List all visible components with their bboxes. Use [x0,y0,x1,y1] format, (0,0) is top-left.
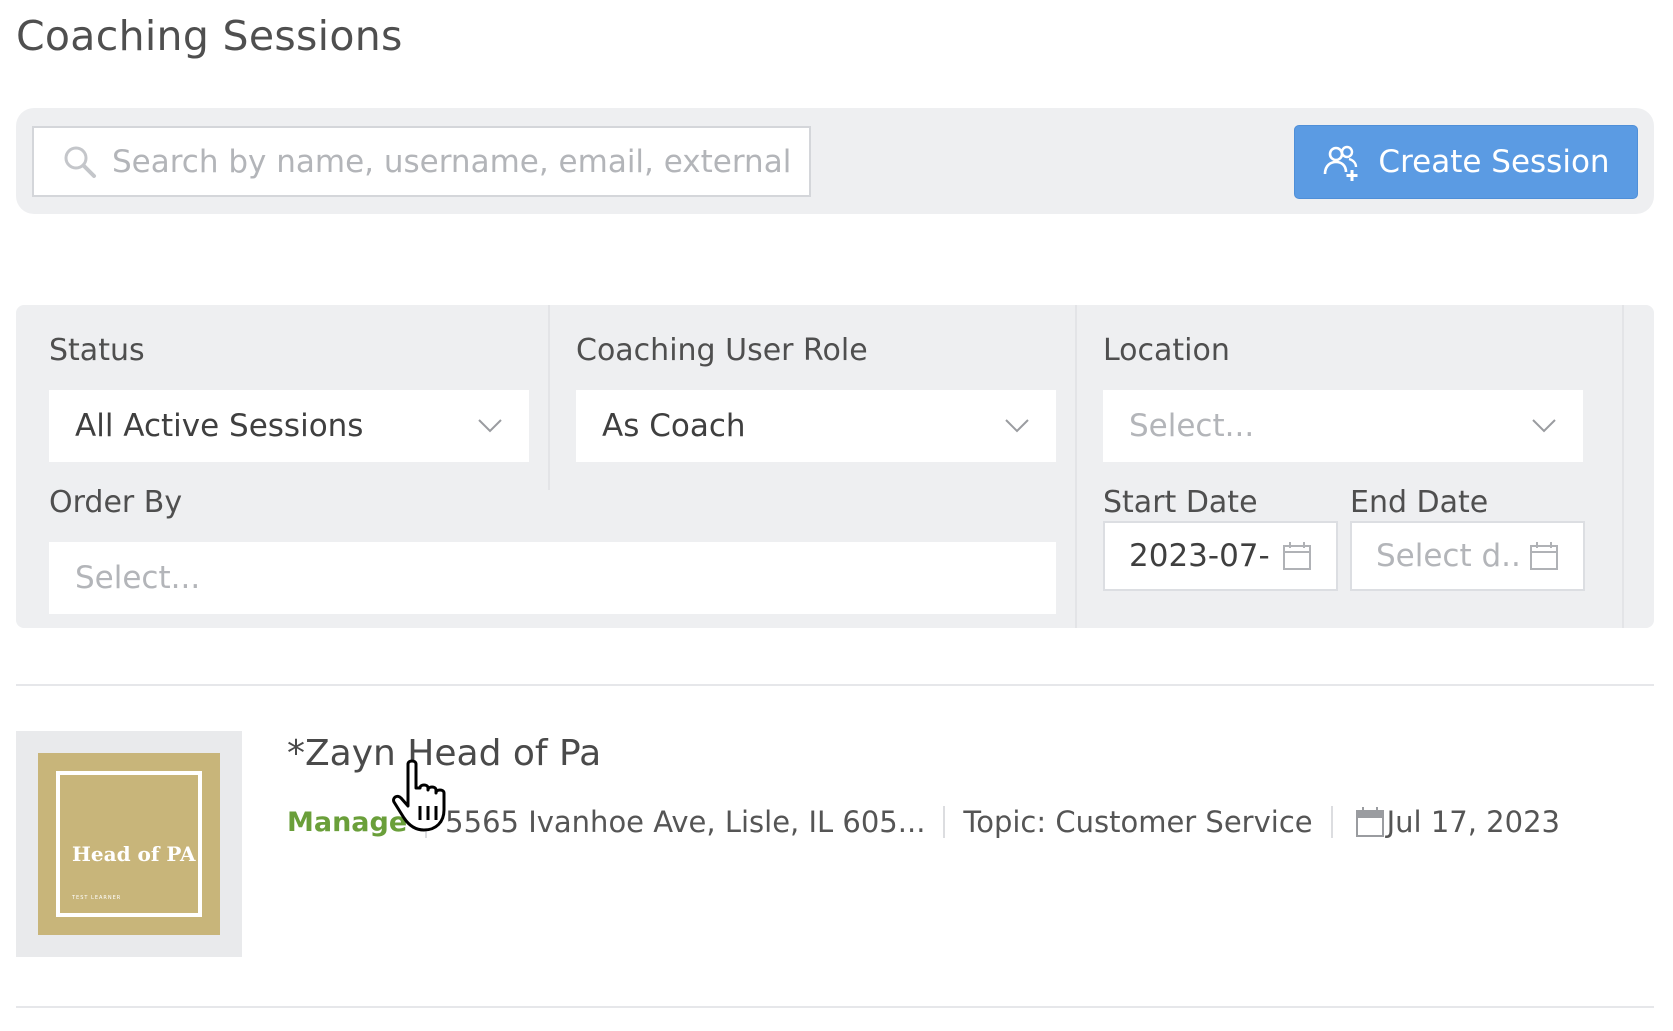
meta-separator [1330,806,1333,838]
order-by-placeholder: Select... [75,560,201,596]
search-toolbar: Create Session [16,108,1654,214]
order-by-select[interactable]: Select... [49,542,1056,614]
list-divider-bottom [16,1006,1654,1008]
filter-panel: Status All Active Sessions Coaching User… [16,305,1654,628]
filter-divider [548,305,550,490]
end-date-placeholder: Select d... [1376,538,1519,574]
session-date-value: Jul 17, 2023 [1386,805,1560,839]
calendar-icon [1283,542,1311,570]
location-placeholder: Select... [1129,408,1255,444]
search-box[interactable] [32,126,811,197]
session-title-link[interactable]: *Zayn Head of Pa [287,733,601,774]
status-select[interactable]: All Active Sessions [49,390,529,462]
chevron-down-icon [1532,419,1556,433]
session-thumbnail[interactable]: Head of PA TEST LEARNER [16,731,242,957]
coaching-sessions-page: Coaching Sessions Create Session Sta [0,0,1673,1031]
start-date-label: Start Date [1103,485,1258,520]
calendar-icon [1355,807,1384,837]
manage-link[interactable]: Manage [287,807,407,838]
location-select[interactable]: Select... [1103,390,1583,462]
filter-divider [1075,305,1077,628]
add-user-group-icon [1324,145,1358,181]
location-label: Location [1103,333,1230,368]
session-thumbnail-image: Head of PA TEST LEARNER [38,753,220,935]
status-value: All Active Sessions [75,408,364,444]
coaching-user-role-label: Coaching User Role [576,333,868,368]
page-title: Coaching Sessions [16,12,403,60]
create-session-button[interactable]: Create Session [1294,125,1638,199]
session-meta: Manage 5565 Ivanhoe Ave, Lisle, IL 605..… [287,800,1560,844]
search-input[interactable] [112,143,802,180]
start-date-value: 2023-07-1 [1129,538,1272,574]
session-date: Jul 17, 2023 [1351,805,1560,839]
chevron-down-icon [1005,419,1029,433]
thumbnail-subtext: TEST LEARNER [72,895,122,901]
search-icon [64,146,96,178]
chevron-down-icon [478,419,502,433]
status-label: Status [49,333,145,368]
coaching-user-role-value: As Coach [602,408,746,444]
end-date-label: End Date [1350,485,1489,520]
meta-separator [943,806,946,838]
session-topic: Topic: Customer Service [963,805,1313,839]
coaching-user-role-select[interactable]: As Coach [576,390,1056,462]
order-by-label: Order By [49,485,183,520]
session-address: 5565 Ivanhoe Ave, Lisle, IL 605... [445,805,926,839]
start-date-input[interactable]: 2023-07-1 [1103,521,1338,591]
end-date-input[interactable]: Select d... [1350,521,1585,591]
filter-divider [1622,305,1624,628]
calendar-icon [1530,542,1558,570]
list-divider-top [16,684,1654,686]
meta-separator [425,806,428,838]
thumbnail-text: Head of PA [72,842,196,866]
create-session-label: Create Session [1378,144,1610,180]
